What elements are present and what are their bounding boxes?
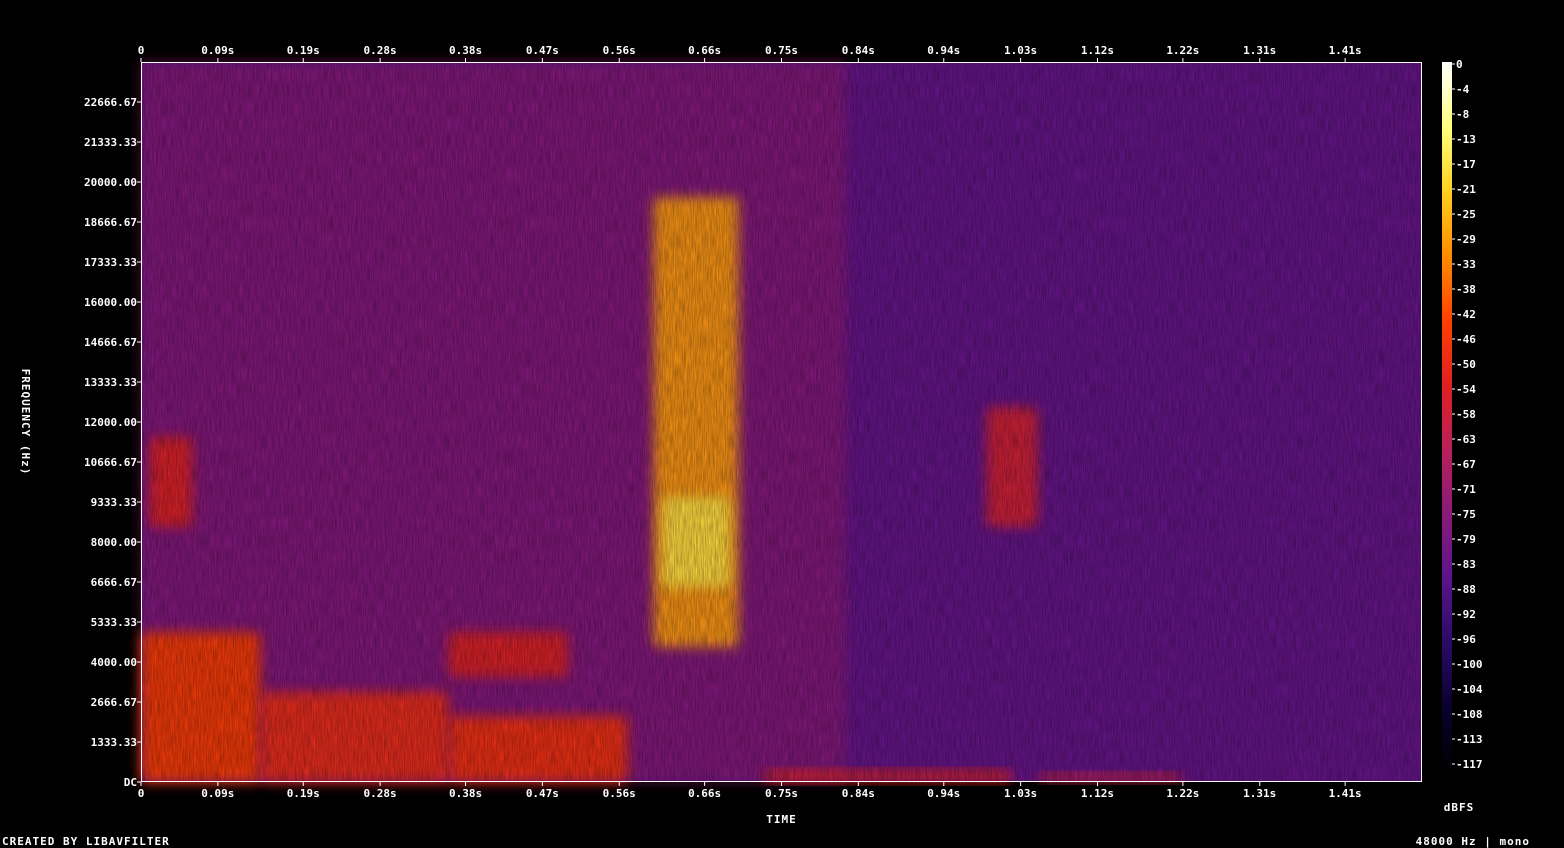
colorbar-tick-label: -13 xyxy=(1456,133,1476,146)
x-tick-label-bottom: 0.66s xyxy=(688,787,721,800)
x-tick-label-top: 0.56s xyxy=(603,44,636,57)
colorbar-tick-label: -75 xyxy=(1456,508,1476,521)
x-tick-label-top: 0.38s xyxy=(449,44,482,57)
colorbar-tick-label: -29 xyxy=(1456,233,1476,246)
y-tick-label: 18666.67 xyxy=(84,216,137,229)
x-tick-label-bottom: 1.22s xyxy=(1166,787,1199,800)
y-tick-label: 8000.00 xyxy=(91,536,137,549)
y-tick-label: 10666.67 xyxy=(84,456,137,469)
x-tick-label-bottom: 1.03s xyxy=(1004,787,1037,800)
x-tick-label-bottom: 1.12s xyxy=(1081,787,1114,800)
y-tick-label: 5333.33 xyxy=(91,616,137,629)
colorbar-tick-label: -46 xyxy=(1456,333,1476,346)
footer-credit: CREATED BY LIBAVFILTER xyxy=(2,835,170,848)
colorbar-tick-label: -108 xyxy=(1456,708,1483,721)
x-tick-label-bottom: 1.31s xyxy=(1243,787,1276,800)
y-tick-label: 2666.67 xyxy=(91,696,137,709)
colorbar-tick-label: -58 xyxy=(1456,408,1476,421)
y-tick-label: 4000.00 xyxy=(91,656,137,669)
x-tick-label-top: 1.41s xyxy=(1329,44,1362,57)
colorbar-tick-label: -104 xyxy=(1456,683,1483,696)
colorbar-tick-label: -17 xyxy=(1456,158,1476,171)
x-tick-label-top: 0.94s xyxy=(927,44,960,57)
colorbar-tick-label: -50 xyxy=(1456,358,1476,371)
colorbar-tick-label: -38 xyxy=(1456,283,1476,296)
x-tick-label-top: 0.28s xyxy=(364,44,397,57)
colorbar-tick-label: -79 xyxy=(1456,533,1476,546)
y-tick-label: 16000.00 xyxy=(84,296,137,309)
colorbar-tick-label: -54 xyxy=(1456,383,1476,396)
y-tick-label: 21333.33 xyxy=(84,136,137,149)
x-axis-top: 0 0.09s 0.19s 0.28s 0.38s 0.47s 0.56s 0.66s 0.75… xyxy=(138,44,1362,62)
colorbar: 0 -4 -8 -13 -17 -21 -25 -29 -33 -38 -42 -46 -50 -54 -5… xyxy=(1442,58,1483,772)
colorbar-tick-label: -88 xyxy=(1456,583,1476,596)
x-tick-label-bottom: 0 xyxy=(138,787,145,800)
colorbar-tick-label: -100 xyxy=(1456,658,1483,671)
y-tick-label: 1333.33 xyxy=(91,736,137,749)
y-tick-label: 17333.33 xyxy=(84,256,137,269)
y-tick-label: 22666.67 xyxy=(84,96,137,109)
plot-area xyxy=(141,62,1422,782)
colorbar-tick-label: -25 xyxy=(1456,208,1476,221)
x-tick-label-bottom: 0.75s xyxy=(765,787,798,800)
x-tick-label-top: 0.19s xyxy=(287,44,320,57)
y-tick-label: DC xyxy=(124,776,137,789)
y-tick-label: 6666.67 xyxy=(91,576,137,589)
colorbar-tick-label: -117 xyxy=(1456,758,1483,771)
colorbar-tick-label: -4 xyxy=(1456,83,1470,96)
colorbar-tick-label: -67 xyxy=(1456,458,1476,471)
x-axis-label: TIME xyxy=(766,813,797,826)
x-tick-label-bottom: 0.38s xyxy=(449,787,482,800)
y-axis: DC 1333.33 2666.67 4000.00 5333.33 6666.67 800… xyxy=(84,96,141,789)
footer-sample-rate: 48000 Hz | mono xyxy=(1416,835,1530,848)
x-tick-label-top: 0.09s xyxy=(201,44,234,57)
x-tick-label-bottom: 1.41s xyxy=(1329,787,1362,800)
colorbar-tick-label: -96 xyxy=(1456,633,1476,646)
x-tick-label-bottom: 0.19s xyxy=(287,787,320,800)
x-tick-label-top: 1.31s xyxy=(1243,44,1276,57)
y-tick-label: 14666.67 xyxy=(84,336,137,349)
spectrogram-chart: 0 0.09s 0.19s 0.28s 0.38s 0.47s 0.56s 0.66s 0.75… xyxy=(2,44,1530,848)
x-tick-label-bottom: 0.56s xyxy=(603,787,636,800)
y-tick-label: 9333.33 xyxy=(91,496,137,509)
colorbar-tick-label: -71 xyxy=(1456,483,1476,496)
x-tick-label-bottom: 0.47s xyxy=(526,787,559,800)
colorbar-tick-label: -33 xyxy=(1456,258,1476,271)
colorbar-gradient xyxy=(1442,62,1452,772)
x-tick-label-top: 1.12s xyxy=(1081,44,1114,57)
x-tick-label-top: 1.03s xyxy=(1004,44,1037,57)
x-tick-label-bottom: 0.94s xyxy=(927,787,960,800)
colorbar-tick-label: -21 xyxy=(1456,183,1476,196)
x-tick-label-bottom: 0.09s xyxy=(201,787,234,800)
x-tick-label-top: 0.66s xyxy=(688,44,721,57)
x-tick-label-bottom: 0.28s xyxy=(364,787,397,800)
colorbar-tick-label: -113 xyxy=(1456,733,1483,746)
x-tick-label-top: 1.22s xyxy=(1166,44,1199,57)
y-axis-label: FREQUENCY (Hz) xyxy=(19,369,32,476)
x-tick-label-top: 0 xyxy=(138,44,145,57)
x-tick-label-bottom: 0.84s xyxy=(842,787,875,800)
colorbar-tick-label: -63 xyxy=(1456,433,1476,446)
x-tick-label-top: 0.75s xyxy=(765,44,798,57)
x-tick-label-top: 0.84s xyxy=(842,44,875,57)
x-axis-bottom: 0 0.09s 0.19s 0.28s 0.38s 0.47s 0.56s 0.66s 0.75… xyxy=(138,782,1362,800)
y-tick-label: 20000.00 xyxy=(84,176,137,189)
y-tick-label: 12000.00 xyxy=(84,416,137,429)
colorbar-tick-label: -83 xyxy=(1456,558,1476,571)
colorbar-tick-label: -92 xyxy=(1456,608,1476,621)
x-tick-label-top: 0.47s xyxy=(526,44,559,57)
colorbar-tick-label: -8 xyxy=(1456,108,1469,121)
noise-texture xyxy=(141,62,1422,782)
colorbar-tick-label: 0 xyxy=(1456,58,1463,71)
colorbar-label: dBFS xyxy=(1444,801,1475,814)
y-tick-label: 13333.33 xyxy=(84,376,137,389)
colorbar-tick-label: -42 xyxy=(1456,308,1476,321)
